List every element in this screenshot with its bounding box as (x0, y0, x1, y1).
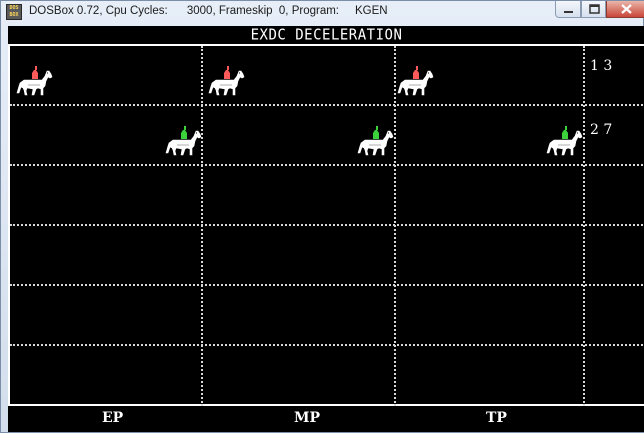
lane-divider (10, 224, 644, 226)
lane-divider (10, 284, 644, 286)
minimize-button[interactable] (555, 1, 581, 18)
horse-rider-green-icon (163, 123, 203, 163)
maximize-button[interactable] (581, 1, 606, 18)
close-button[interactable] (606, 1, 644, 18)
point-label-ep: EP (102, 410, 124, 426)
minimize-icon (564, 11, 573, 13)
point-label-tp: TP (486, 410, 507, 426)
screen-title: EXDC DECELERATION (250, 26, 403, 44)
close-icon (621, 4, 632, 14)
column-divider (583, 46, 585, 406)
dosbox-app-icon[interactable]: DOS BOX (6, 4, 22, 20)
title-bar[interactable]: DOS BOX DOSBox 0.72, Cpu Cycles: 3000, F… (1, 1, 644, 23)
horse-rider-red-icon (395, 63, 435, 103)
horse-rider-green-icon (544, 123, 584, 163)
horse-rider-red-icon (206, 63, 246, 103)
track-grid (8, 44, 644, 406)
lane-divider (10, 344, 644, 346)
dos-screen[interactable]: EXDC DECELERATION 1 3 2 7 EP MP TP (8, 26, 644, 432)
horse-rider-green-icon (355, 123, 395, 163)
lane-number-2: 2 7 (590, 122, 613, 138)
lane-divider (10, 164, 644, 166)
point-label-mp: MP (294, 410, 321, 426)
window-title: DOSBox 0.72, Cpu Cycles: 3000, Frameskip… (29, 5, 388, 17)
lane-number-1: 1 3 (590, 58, 613, 74)
app-icon-bottom-text: BOX (9, 12, 19, 18)
app-icon-top-text: DOS (9, 5, 19, 11)
column-divider (201, 46, 203, 406)
dosbox-window: DOS BOX DOSBox 0.72, Cpu Cycles: 3000, F… (0, 0, 644, 433)
horse-rider-red-icon (14, 63, 54, 103)
lane-divider (10, 104, 644, 106)
maximize-icon (589, 4, 600, 14)
